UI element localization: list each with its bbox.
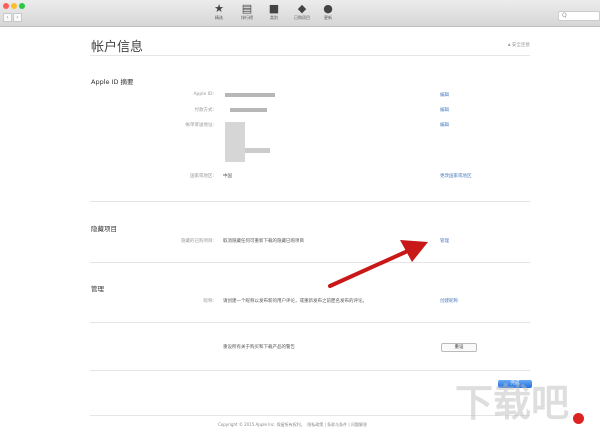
watermark-badge-icon bbox=[573, 413, 584, 424]
red-arrow-annotation bbox=[328, 240, 428, 288]
watermark-logo: 下载吧 bbox=[455, 381, 570, 425]
